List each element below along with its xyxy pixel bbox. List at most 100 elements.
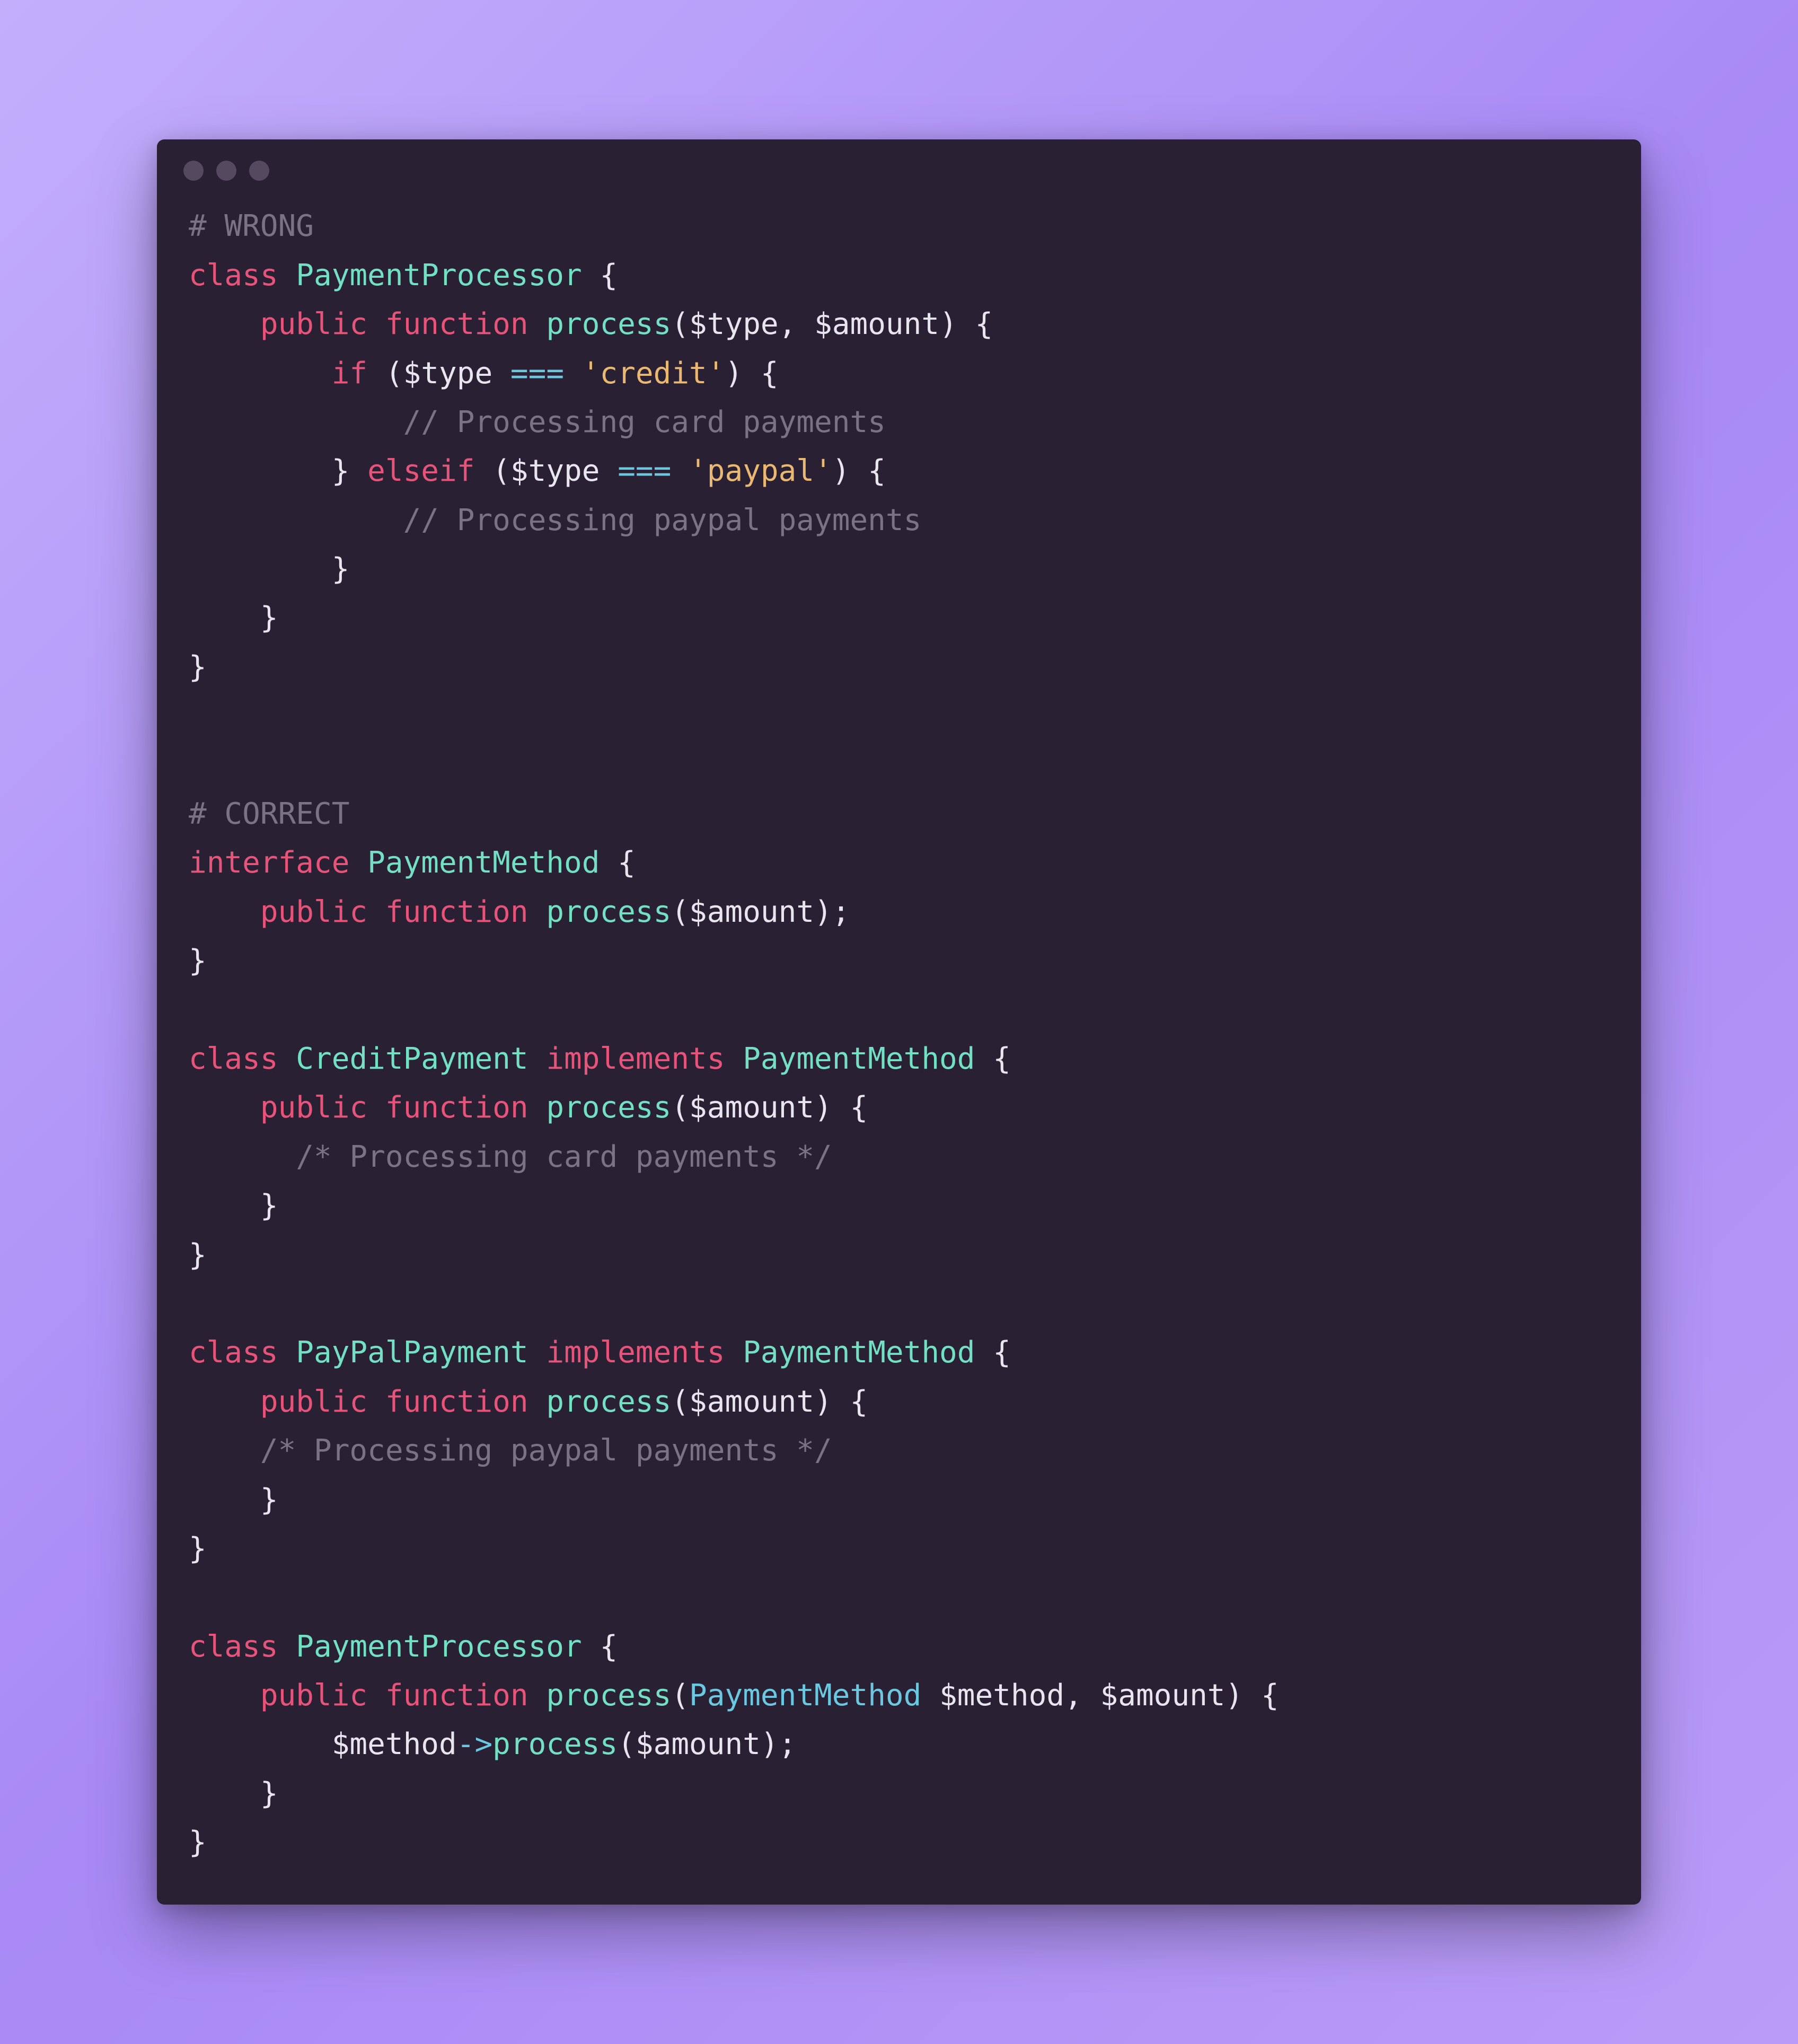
code-token: [367, 1385, 385, 1419]
code-token: [528, 1042, 547, 1076]
code-line: /* Processing card payments */: [189, 1140, 832, 1174]
code-token: [189, 1385, 260, 1419]
code-token: [725, 1042, 743, 1076]
code-line: }: [189, 1825, 207, 1860]
code-token: }: [189, 454, 367, 488]
code-token: # WRONG: [189, 209, 314, 243]
code-token: [189, 1433, 260, 1468]
code-token: [367, 1090, 385, 1125]
code-line: }: [189, 552, 349, 586]
code-token: [671, 454, 689, 488]
code-token: [189, 503, 403, 538]
code-line: class PaymentProcessor {: [189, 1629, 618, 1664]
code-line: } elseif ($type === 'paypal') {: [189, 454, 886, 488]
code-token: PaymentProcessor: [296, 258, 581, 293]
code-token: # CORRECT: [189, 797, 349, 831]
code-token: }: [189, 1188, 278, 1223]
code-token: function: [385, 1090, 528, 1125]
code-token: [189, 405, 403, 439]
code-token: [189, 1678, 260, 1713]
code-token: process: [492, 1727, 618, 1761]
code-token: ===: [510, 356, 564, 391]
code-line: }: [189, 1531, 207, 1566]
window-close-dot[interactable]: [183, 161, 204, 181]
code-token: [278, 1335, 296, 1370]
code-token: public: [260, 895, 367, 929]
code-line: // Processing paypal payments: [189, 503, 921, 538]
code-token: }: [189, 1776, 278, 1811]
code-line: }: [189, 1776, 278, 1811]
code-line: class PaymentProcessor {: [189, 258, 618, 293]
code-token: }: [189, 601, 278, 635]
code-token: if: [332, 356, 367, 391]
code-line: }: [189, 1188, 278, 1223]
code-token: [528, 1335, 547, 1370]
code-token: [367, 895, 385, 929]
code-token: [528, 307, 547, 341]
code-token: process: [546, 1678, 671, 1713]
code-line: public function process(PaymentMethod $m…: [189, 1678, 1279, 1713]
code-token: (: [367, 356, 403, 391]
code-token: [189, 307, 260, 341]
code-token: 'credit': [582, 356, 725, 391]
window-maximize-dot[interactable]: [249, 161, 269, 181]
code-token: [189, 356, 332, 391]
code-token: class: [189, 1335, 278, 1370]
code-token: $type: [403, 356, 493, 391]
code-token: $amount: [636, 1727, 761, 1761]
code-token: implements: [546, 1042, 725, 1076]
window-minimize-dot[interactable]: [216, 161, 236, 181]
code-line: public function process($type, $amount) …: [189, 307, 993, 341]
code-token: [189, 895, 260, 929]
code-token: public: [260, 307, 367, 341]
code-line: $method->process($amount);: [189, 1727, 796, 1761]
code-token: process: [546, 1090, 671, 1125]
code-token: [528, 895, 547, 929]
code-token: {: [582, 258, 618, 293]
code-line: interface PaymentMethod {: [189, 845, 636, 880]
code-token: [189, 1727, 332, 1761]
code-token: [278, 1042, 296, 1076]
code-token: ,: [1064, 1678, 1100, 1713]
code-window: # WRONG class PaymentProcessor { public …: [157, 139, 1641, 1904]
code-token: [492, 356, 510, 391]
code-token: PaymentMethod: [743, 1335, 975, 1370]
code-token: [278, 1629, 296, 1664]
code-token: ) {: [832, 454, 886, 488]
code-token: function: [385, 1678, 528, 1713]
code-token: public: [260, 1385, 367, 1419]
code-token: process: [546, 895, 671, 929]
code-line: # CORRECT: [189, 797, 349, 831]
code-token: class: [189, 1629, 278, 1664]
code-token: [367, 1678, 385, 1713]
code-line: // Processing card payments: [189, 405, 886, 439]
code-token: ) {: [939, 307, 993, 341]
code-token: $amount: [1100, 1678, 1226, 1713]
code-token: }: [189, 552, 349, 586]
code-token: [278, 258, 296, 293]
code-token: [921, 1678, 939, 1713]
code-line: }: [189, 1238, 207, 1272]
code-token: ===: [618, 454, 671, 488]
code-token: class: [189, 258, 278, 293]
code-token: implements: [546, 1335, 725, 1370]
code-token: [528, 1385, 547, 1419]
code-token: ->: [457, 1727, 492, 1761]
code-line: /* Processing paypal payments */: [189, 1433, 832, 1468]
window-titlebar: [157, 139, 1641, 186]
code-token: {: [975, 1042, 1010, 1076]
code-token: $amount: [689, 895, 814, 929]
code-token: process: [546, 1385, 671, 1419]
code-token: public: [260, 1090, 367, 1125]
code-token: [349, 845, 367, 880]
code-block[interactable]: # WRONG class PaymentProcessor { public …: [157, 186, 1641, 1904]
code-token: $amount: [814, 307, 939, 341]
code-token: (: [671, 1090, 689, 1125]
code-token: $method: [939, 1678, 1064, 1713]
code-token: }: [189, 1531, 207, 1566]
code-token: ) {: [814, 1090, 868, 1125]
code-token: interface: [189, 845, 349, 880]
code-token: ) {: [814, 1385, 868, 1419]
code-token: [528, 1678, 547, 1713]
code-token: ) {: [1226, 1678, 1279, 1713]
